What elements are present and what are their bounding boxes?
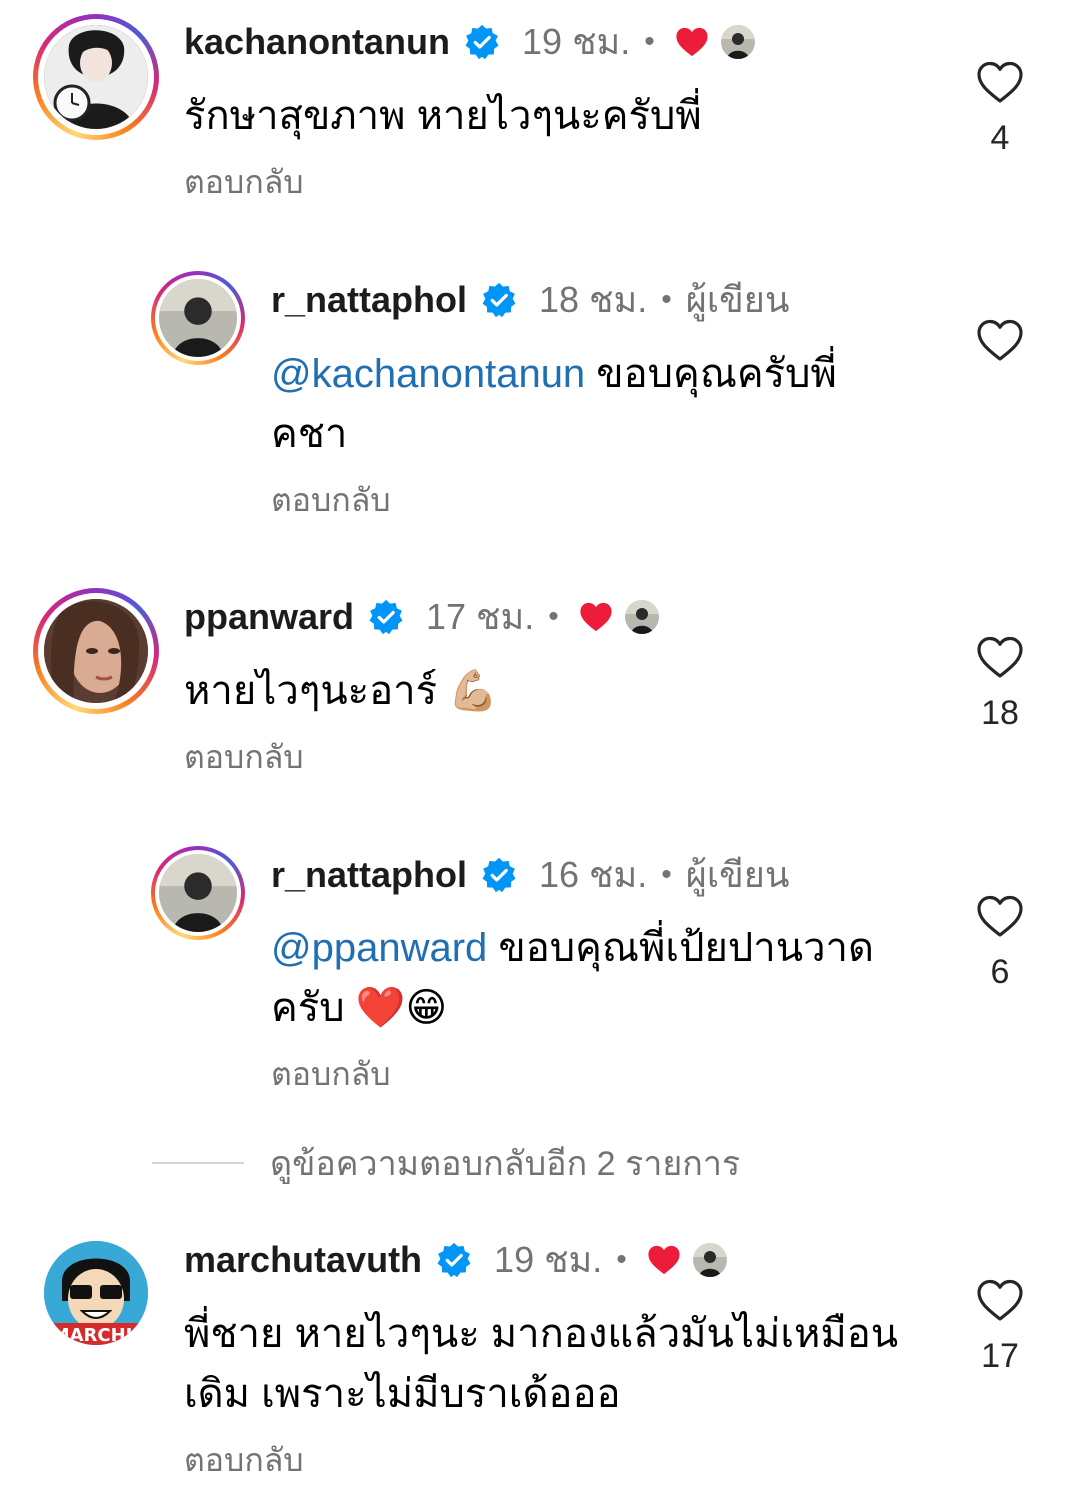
separator-dot: •: [644, 25, 655, 58]
verified-badge-icon: [464, 24, 500, 60]
timestamp: 18 ชม.: [539, 279, 648, 320]
avatar-photo: [159, 854, 237, 932]
comment-header: r_nattaphol 18 ชม. • ผู้เขียน: [271, 278, 789, 322]
comment-text: @ppanward ขอบคุณพี่เป้ยปานวาด: [271, 918, 874, 978]
comment-header: marchutavuth 19 ชม. •: [184, 1238, 727, 1282]
comment-header: kachanontanun 19 ชม. •: [184, 20, 755, 64]
verified-badge-icon: [436, 1242, 472, 1278]
avatar-photo: [44, 599, 148, 703]
author-liked-heart-icon: [647, 1244, 681, 1276]
separator-dot: •: [661, 283, 672, 316]
like-count: 4: [990, 119, 1010, 157]
like-count: 6: [990, 953, 1010, 991]
like-control: 4: [970, 60, 1030, 158]
comment-header: r_nattaphol 16 ชม. • ผู้เขียน: [271, 853, 789, 897]
username[interactable]: kachanontanun: [184, 20, 450, 64]
author-label: ผู้เขียน: [685, 279, 790, 320]
reply-button[interactable]: ตอบกลับ: [184, 737, 304, 777]
comment-text-line2: ครับ ❤️😁: [271, 986, 448, 1030]
comment-text-line2: คชา: [271, 412, 348, 456]
comment-text-line2: เดิม เพราะไม่มีบราเด้อออ: [184, 1372, 621, 1416]
like-control: 17: [970, 1278, 1030, 1376]
avatar[interactable]: [33, 14, 159, 140]
username[interactable]: r_nattaphol: [271, 278, 467, 322]
comment-text-line1: ขอบคุณครับพี่: [585, 352, 837, 396]
avatar[interactable]: [33, 588, 159, 714]
verified-badge-icon: [368, 599, 404, 635]
reply-button[interactable]: ตอบกลับ: [184, 162, 304, 202]
timestamp: 16 ชม.: [539, 854, 648, 895]
username[interactable]: marchutavuth: [184, 1238, 422, 1282]
author-mini-avatar: [721, 25, 755, 59]
timestamp: 17 ชม.: [426, 596, 535, 637]
timestamp: 19 ชม.: [494, 1239, 603, 1280]
avatar-photo: [44, 25, 148, 129]
verified-badge-icon: [481, 282, 517, 318]
heart-outline-icon[interactable]: [976, 1278, 1024, 1322]
avatar[interactable]: MARCHU: [44, 1241, 148, 1345]
author-mini-avatar: [693, 1243, 727, 1277]
comment-header: ppanward 17 ชม. •: [184, 595, 659, 639]
username[interactable]: ppanward: [184, 595, 354, 639]
like-count: 17: [981, 1337, 1019, 1375]
heart-outline-icon[interactable]: [976, 318, 1024, 362]
heart-outline-icon[interactable]: [976, 894, 1024, 938]
like-control: [970, 318, 1030, 376]
svg-text:MARCHU: MARCHU: [52, 1325, 141, 1345]
heart-outline-icon[interactable]: [976, 635, 1024, 679]
divider-line: [152, 1162, 244, 1164]
timestamp: 19 ชม.: [522, 21, 631, 62]
avatar-photo: MARCHU: [44, 1241, 148, 1345]
heart-outline-icon[interactable]: [976, 60, 1024, 104]
comment-text: รักษาสุขภาพ หายไวๆนะครับพี่: [184, 94, 702, 138]
view-more-replies-button[interactable]: ดูข้อความตอบกลับอีก 2 รายการ: [152, 1136, 740, 1190]
avatar[interactable]: [151, 271, 245, 365]
reply-button[interactable]: ตอบกลับ: [271, 480, 391, 520]
view-more-replies-label: ดูข้อความตอบกลับอีก 2 รายการ: [270, 1145, 741, 1183]
separator-dot: •: [616, 1243, 627, 1276]
mention-link[interactable]: @ppanward: [271, 926, 487, 970]
like-control: 18: [970, 635, 1030, 733]
author-liked-heart-icon: [579, 601, 613, 633]
author-label: ผู้เขียน: [685, 854, 790, 895]
comment-text: หายไวๆนะอาร์ 💪🏼: [184, 669, 499, 713]
verified-badge-icon: [481, 857, 517, 893]
reply-button[interactable]: ตอบกลับ: [271, 1054, 391, 1094]
comment-text: @kachanontanun ขอบคุณครับพี่: [271, 344, 837, 404]
separator-dot: •: [661, 858, 672, 891]
mention-link[interactable]: @kachanontanun: [271, 352, 585, 396]
reply-button[interactable]: ตอบกลับ: [184, 1440, 304, 1480]
comment-text-line1: ขอบคุณพี่เป้ยปานวาด: [487, 926, 874, 970]
avatar[interactable]: [151, 846, 245, 940]
separator-dot: •: [548, 600, 559, 633]
avatar-photo: [159, 279, 237, 357]
username[interactable]: r_nattaphol: [271, 853, 467, 897]
like-count: 18: [981, 694, 1019, 732]
author-liked-heart-icon: [675, 26, 709, 58]
like-control: 6: [970, 894, 1030, 992]
author-mini-avatar: [625, 600, 659, 634]
comment-text-line1: พี่ชาย หายไวๆนะ มากองแล้วมันไม่เหมือน: [184, 1312, 899, 1356]
